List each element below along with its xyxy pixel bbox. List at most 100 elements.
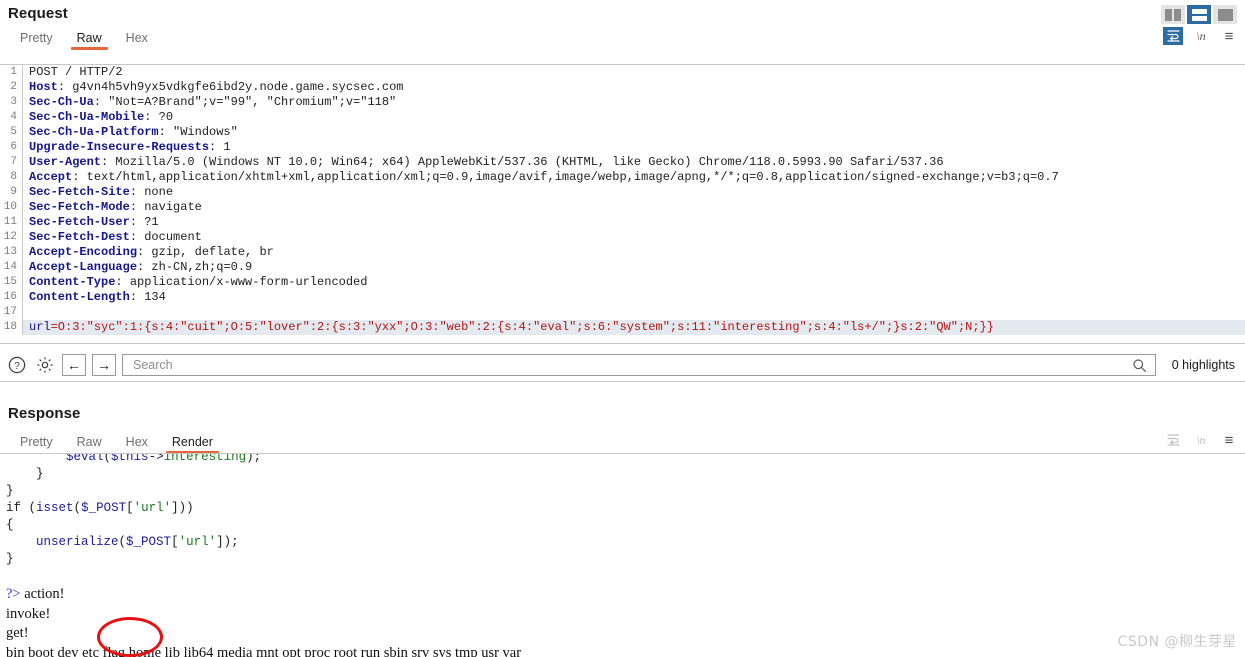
line-number: 16 [3, 291, 17, 303]
line-number: 17 [3, 306, 17, 318]
line-content: url=O:3:"syc":1:{s:4:"cuit";O:5:"lover":… [22, 320, 1245, 335]
line-content: Sec-Ch-Ua: "Not=A?Brand";v="99", "Chromi… [22, 95, 1245, 110]
request-line: 10 Sec-Fetch-Mode: navigate [0, 200, 1245, 215]
php-source-line: if (isset($_POST['url'])) [6, 501, 194, 515]
response-editor-icons: \n ≡ [1163, 431, 1239, 449]
line-content: Accept: text/html,application/xhtml+xml,… [22, 170, 1245, 185]
line-number: 1 [10, 66, 17, 78]
layout-single-pane-button[interactable] [1213, 5, 1237, 24]
request-tab-hex[interactable]: Hex [114, 29, 160, 50]
response-tab-pretty[interactable]: Pretty [8, 433, 65, 454]
output-line: get! [6, 625, 29, 641]
line-number: 18 [3, 321, 17, 333]
output-line: ?> action! [6, 586, 65, 602]
request-line: 17 [0, 305, 1245, 320]
line-content: Upgrade-Insecure-Requests: 1 [22, 140, 1245, 155]
watermark: CSDN @柳生芽星 [1117, 634, 1237, 650]
line-content: Sec-Ch-Ua-Platform: "Windows" [22, 125, 1245, 140]
request-line: 13 Accept-Encoding: gzip, deflate, br [0, 245, 1245, 260]
response-php-source: $eval($this->interesting); }} if (isset($… [6, 453, 1239, 568]
menu-icon[interactable]: ≡ [1219, 27, 1239, 45]
response-render-view[interactable]: $eval($this->interesting); }} if (isset($… [0, 453, 1245, 657]
request-panel: Request Pretty Raw Hex \n ≡ 1 POST / HTT… [0, 0, 1245, 342]
layout-toggle-group [1161, 5, 1237, 24]
line-content: Content-Type: application/x-www-form-url… [22, 275, 1245, 290]
request-line: 2 Host: g4vn4h5vh9yx5vdkgfe6ibd2y.node.ga… [0, 80, 1245, 95]
line-content: User-Agent: Mozilla/5.0 (Windows NT 10.0… [22, 155, 1245, 170]
line-content: Sec-Fetch-Site: none [22, 185, 1245, 200]
line-number: 6 [10, 141, 17, 153]
line-number: 9 [10, 186, 17, 198]
request-tab-raw[interactable]: Raw [65, 29, 114, 50]
line-number: 12 [3, 231, 17, 243]
line-number: 7 [10, 156, 17, 168]
layout-vertical-split-button[interactable] [1161, 5, 1185, 24]
line-content: Sec-Fetch-User: ?1 [22, 215, 1245, 230]
output-line: invoke! [6, 605, 51, 622]
vertical-split-icon [1165, 8, 1181, 21]
request-raw-editor[interactable]: 1 POST / HTTP/2 2 Host: g4vn4h5vh9yx5vdkgfe… [0, 65, 1245, 342]
line-number: 5 [10, 126, 17, 138]
help-icon[interactable]: ? [6, 354, 28, 376]
highlights-count: 0 highlights [1171, 358, 1235, 372]
request-line: 18 url=O:3:"syc":1:{s:4:"cuit";O:5:"lover… [0, 320, 1245, 335]
line-number: 2 [10, 81, 17, 93]
php-source-line: unserialize($_POST['url']); [36, 535, 239, 549]
line-content: Accept-Encoding: gzip, deflate, br [22, 245, 1245, 260]
php-source-line: } [6, 552, 14, 566]
show-newlines-icon[interactable]: \n [1191, 27, 1211, 45]
line-content: Accept-Language: zh-CN,zh;q=0.9 [22, 260, 1245, 275]
php-source-line: $eval($this->interesting); [66, 453, 262, 464]
line-content: Sec-Ch-Ua-Mobile: ?0 [22, 110, 1245, 125]
word-wrap-icon[interactable] [1163, 27, 1183, 45]
show-newlines-icon[interactable]: \n [1191, 431, 1211, 449]
request-tab-pretty[interactable]: Pretty [8, 29, 65, 50]
line-content: Content-Length: 134 [22, 290, 1245, 305]
response-tab-raw[interactable]: Raw [65, 433, 114, 454]
request-editor-icons: \n ≡ [1163, 27, 1239, 45]
line-number: 11 [3, 216, 17, 228]
line-content: Sec-Fetch-Mode: navigate [22, 200, 1245, 215]
svg-text:?: ? [14, 361, 20, 372]
line-number: 13 [3, 246, 17, 258]
search-bottom-divider [0, 381, 1245, 382]
single-pane-icon [1217, 8, 1233, 21]
gear-icon[interactable] [34, 354, 56, 376]
php-source-line: } [6, 484, 14, 498]
output-line: bin boot dev etc flag home lib lib64 med… [6, 644, 522, 657]
request-line: 15 Content-Type: application/x-www-form-u… [0, 275, 1245, 290]
php-source-line: } [6, 467, 44, 481]
request-line: 14 Accept-Language: zh-CN,zh;q=0.9 [0, 260, 1245, 275]
line-number: 10 [3, 201, 17, 213]
request-line: 9 Sec-Fetch-Site: none [0, 185, 1245, 200]
response-output-text: ?> action! invoke! get! bin boot dev etc fl… [6, 585, 1239, 657]
request-line: 4 Sec-Ch-Ua-Mobile: ?0 [0, 110, 1245, 125]
search-icon[interactable] [1129, 354, 1151, 376]
request-panel-title: Request [8, 5, 68, 22]
word-wrap-icon[interactable] [1163, 431, 1183, 449]
search-toolbar: ? ← → 0 highlights [0, 350, 1245, 380]
layout-horizontal-split-button[interactable] [1187, 5, 1211, 24]
response-tab-render[interactable]: Render [160, 433, 225, 454]
horizontal-split-icon [1191, 8, 1207, 21]
request-line: 3 Sec-Ch-Ua: "Not=A?Brand";v="99", "Chrom… [0, 95, 1245, 110]
search-top-divider [0, 343, 1245, 344]
line-content: POST / HTTP/2 [22, 65, 1245, 80]
line-content: Host: g4vn4h5vh9yx5vdkgfe6ibd2y.node.gam… [22, 80, 1245, 95]
search-prev-button[interactable]: ← [62, 354, 86, 376]
request-tabstrip: Pretty Raw Hex \n ≡ [0, 24, 1245, 50]
burp-repeater-window: Request Pretty Raw Hex \n ≡ 1 POST / HTT… [0, 0, 1245, 657]
response-tabstrip: Pretty Raw Hex Render \n ≡ [0, 428, 1245, 454]
search-next-button[interactable]: → [92, 354, 116, 376]
line-number: 14 [3, 261, 17, 273]
request-line: 5 Sec-Ch-Ua-Platform: "Windows" [0, 125, 1245, 140]
line-number: 8 [10, 171, 17, 183]
request-line: 16 Content-Length: 134 [0, 290, 1245, 305]
search-input[interactable] [131, 357, 1129, 373]
line-content: Sec-Fetch-Dest: document [22, 230, 1245, 245]
menu-icon[interactable]: ≡ [1219, 431, 1239, 449]
search-field-wrapper[interactable] [122, 354, 1156, 376]
line-number: 4 [10, 111, 17, 123]
response-tab-hex[interactable]: Hex [114, 433, 160, 454]
line-number: 3 [10, 96, 17, 108]
